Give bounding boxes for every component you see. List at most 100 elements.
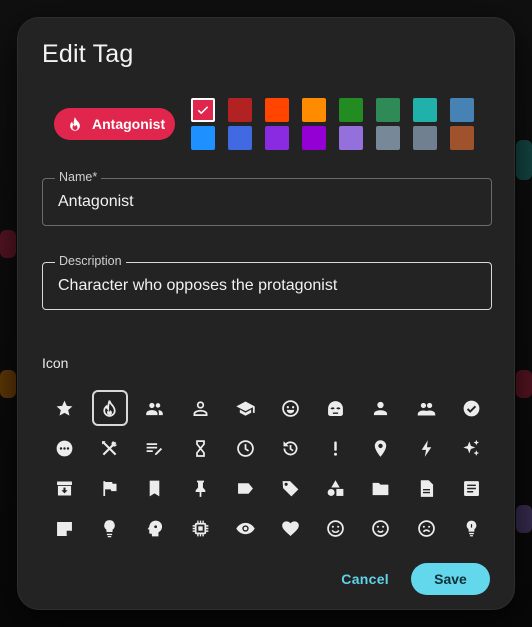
sparkles-icon [463, 439, 479, 456]
icon-option-label[interactable] [227, 470, 263, 506]
color-swatch[interactable] [450, 126, 474, 150]
icon-option-article[interactable] [453, 470, 489, 506]
push-pin-icon [195, 480, 205, 497]
tag-icon [282, 480, 299, 496]
check-circle-icon [463, 400, 480, 416]
icon-option-folder[interactable] [363, 470, 399, 506]
icon-option-description[interactable] [408, 470, 444, 506]
eye-icon [236, 522, 255, 534]
star-icon [56, 400, 73, 416]
icon-option-edit-note[interactable] [137, 430, 173, 466]
mood-icon [282, 399, 299, 417]
icon-option-psychology[interactable] [137, 510, 173, 546]
fire-icon [103, 399, 116, 417]
icon-option-people[interactable] [408, 390, 444, 426]
icon-option-location-pin[interactable] [363, 430, 399, 466]
bolt-icon [421, 439, 431, 457]
cancel-button[interactable]: Cancel [341, 571, 389, 587]
color-swatch[interactable] [302, 126, 326, 150]
icon-option-smile[interactable] [318, 510, 354, 546]
icon-option-tips[interactable] [453, 510, 489, 546]
icon-option-tools[interactable] [92, 430, 128, 466]
icon-option-fire[interactable] [91, 390, 128, 426]
color-swatch-grid [191, 98, 474, 150]
icon-option-exclamation[interactable] [318, 430, 354, 466]
icon-picker-grid [42, 390, 494, 550]
color-swatch[interactable] [376, 126, 400, 150]
icon-option-check-circle[interactable] [453, 390, 489, 426]
clock-icon [237, 439, 254, 457]
masked-face-icon [328, 400, 344, 416]
background-strip [516, 140, 532, 180]
icon-option-sparkles[interactable] [453, 430, 489, 466]
color-swatch[interactable] [376, 98, 400, 122]
name-field[interactable]: Name* Antagonist [42, 170, 492, 226]
tips-icon [466, 520, 477, 536]
icon-option-more-horiz[interactable] [47, 430, 83, 466]
person-icon [374, 401, 388, 415]
icon-option-mood[interactable] [273, 390, 309, 426]
icon-option-clock[interactable] [227, 430, 263, 466]
shapes-icon [327, 479, 344, 496]
tag-preview-label: Antagonist [92, 116, 166, 132]
smile-icon [327, 519, 345, 537]
icon-option-heart[interactable] [273, 510, 309, 546]
name-field-label: Name* [55, 170, 102, 184]
icon-option-school[interactable] [227, 390, 263, 426]
icon-option-bookmark[interactable] [137, 470, 173, 506]
description-field-value[interactable]: Character who opposes the protagonist [58, 277, 337, 295]
edit-note-icon [147, 442, 163, 455]
dialog-title: Edit Tag [42, 40, 134, 68]
icon-option-archive[interactable] [47, 470, 83, 506]
background-strip [0, 230, 16, 258]
icon-option-restore[interactable] [273, 430, 309, 466]
restore-icon [283, 440, 298, 455]
color-swatch[interactable] [450, 98, 474, 122]
icon-option-star[interactable] [47, 390, 83, 426]
icon-option-bolt[interactable] [408, 430, 444, 466]
people-icon [417, 402, 435, 415]
color-swatch[interactable] [339, 126, 363, 150]
background-strip [0, 370, 16, 398]
icon-option-neutral-face[interactable] [408, 510, 444, 546]
color-swatch[interactable] [265, 98, 289, 122]
color-swatch[interactable] [228, 126, 252, 150]
icon-option-person[interactable] [363, 390, 399, 426]
icon-option-masked-face[interactable] [318, 390, 354, 426]
icon-option-hourglass[interactable] [182, 430, 218, 466]
exclamation-icon [334, 441, 338, 456]
name-field-value[interactable]: Antagonist [58, 193, 134, 211]
color-swatch[interactable] [413, 126, 437, 150]
more-horiz-icon [56, 440, 73, 456]
color-swatch[interactable] [339, 98, 363, 122]
save-button[interactable]: Save [411, 563, 490, 595]
article-icon [463, 480, 479, 496]
icon-option-lightbulb[interactable] [92, 510, 128, 546]
icon-option-push-pin[interactable] [182, 470, 218, 506]
icon-option-sticky-note[interactable] [47, 510, 83, 546]
icon-option-tag[interactable] [273, 470, 309, 506]
icon-option-person-outline[interactable] [182, 390, 218, 426]
color-swatch[interactable] [191, 126, 215, 150]
description-icon [420, 479, 433, 497]
icon-option-shapes[interactable] [318, 470, 354, 506]
icon-option-group[interactable] [137, 390, 173, 426]
description-field[interactable]: Description Character who opposes the pr… [42, 254, 492, 310]
tools-icon [102, 440, 118, 455]
check-icon [197, 106, 209, 115]
color-swatch[interactable] [413, 98, 437, 122]
psychology-icon [147, 520, 163, 536]
color-swatch[interactable] [302, 98, 326, 122]
smile-outline-icon [372, 519, 390, 537]
chip-icon [192, 520, 209, 536]
background-strip [516, 370, 532, 398]
color-swatch[interactable] [191, 98, 215, 122]
icon-option-smile-outline[interactable] [363, 510, 399, 546]
icon-option-eye[interactable] [227, 510, 263, 546]
icon-option-chip[interactable] [182, 510, 218, 546]
group-icon [146, 402, 164, 415]
color-swatch[interactable] [265, 126, 289, 150]
fire-icon [66, 115, 84, 133]
icon-option-flag[interactable] [92, 470, 128, 506]
color-swatch[interactable] [228, 98, 252, 122]
